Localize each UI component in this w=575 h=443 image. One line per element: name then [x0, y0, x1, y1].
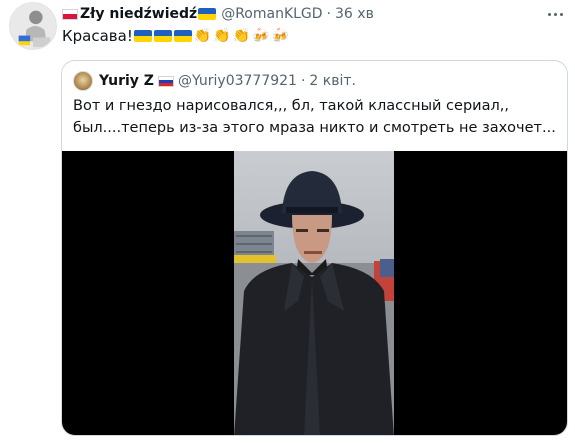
tweet[interactable]: Zły niedźwiedź @RomanKLGD · 36 хв Красав…: [0, 0, 575, 443]
header-separator: ·: [326, 6, 332, 22]
poland-flag-icon: [62, 8, 78, 20]
more-options-icon[interactable]: [544, 6, 566, 22]
quoted-header-separator: ·: [300, 73, 306, 89]
author-name[interactable]: Zły niedźwiedź: [80, 6, 197, 22]
clapping-hands-icon: 👏: [213, 28, 231, 44]
quoted-author-avatar[interactable]: [73, 71, 93, 91]
tweet-timestamp[interactable]: 36 хв: [335, 6, 374, 22]
author-avatar[interactable]: [9, 2, 57, 50]
ukraine-flag-icon: [198, 8, 217, 20]
quoted-video-player[interactable]: [62, 151, 567, 435]
quoted-author-handle[interactable]: @Yuriy03777921: [178, 73, 297, 89]
quoted-tweet-date[interactable]: 2 квіт.: [309, 73, 356, 89]
quoted-tweet-header: Yuriy Z @Yuriy03777921 · 2 квіт.: [73, 71, 356, 91]
avatar-image: [10, 3, 56, 49]
tweet-text: Красава! 👏 👏 👏 🍻 🍻: [62, 27, 290, 45]
video-frame: [234, 151, 394, 435]
beer-mugs-icon: 🍻: [252, 28, 270, 44]
tweet-header: Zły niedźwiedź @RomanKLGD · 36 хв: [62, 4, 374, 24]
beer-mugs-icon: 🍻: [271, 28, 290, 44]
russia-flag-icon: [157, 75, 174, 87]
video-thumbnail-image: [234, 151, 394, 435]
ukraine-flag-icon: [153, 30, 172, 42]
quoted-author-name[interactable]: Yuriy Z: [99, 73, 154, 89]
clapping-hands-icon: 👏: [232, 28, 251, 44]
quoted-tweet[interactable]: Yuriy Z @Yuriy03777921 · 2 квіт. Вот и г…: [61, 60, 568, 436]
tweet-text-content: Красава!: [62, 27, 133, 45]
quoted-tweet-text: Вот и гнездо нарисовался,,, бл, такой кл…: [73, 98, 556, 136]
ukraine-flag-icon: [133, 30, 152, 42]
author-handle[interactable]: @RomanKLGD: [221, 6, 322, 22]
ukraine-flag-icon: [173, 30, 192, 42]
clapping-hands-icon: 👏: [193, 28, 212, 44]
